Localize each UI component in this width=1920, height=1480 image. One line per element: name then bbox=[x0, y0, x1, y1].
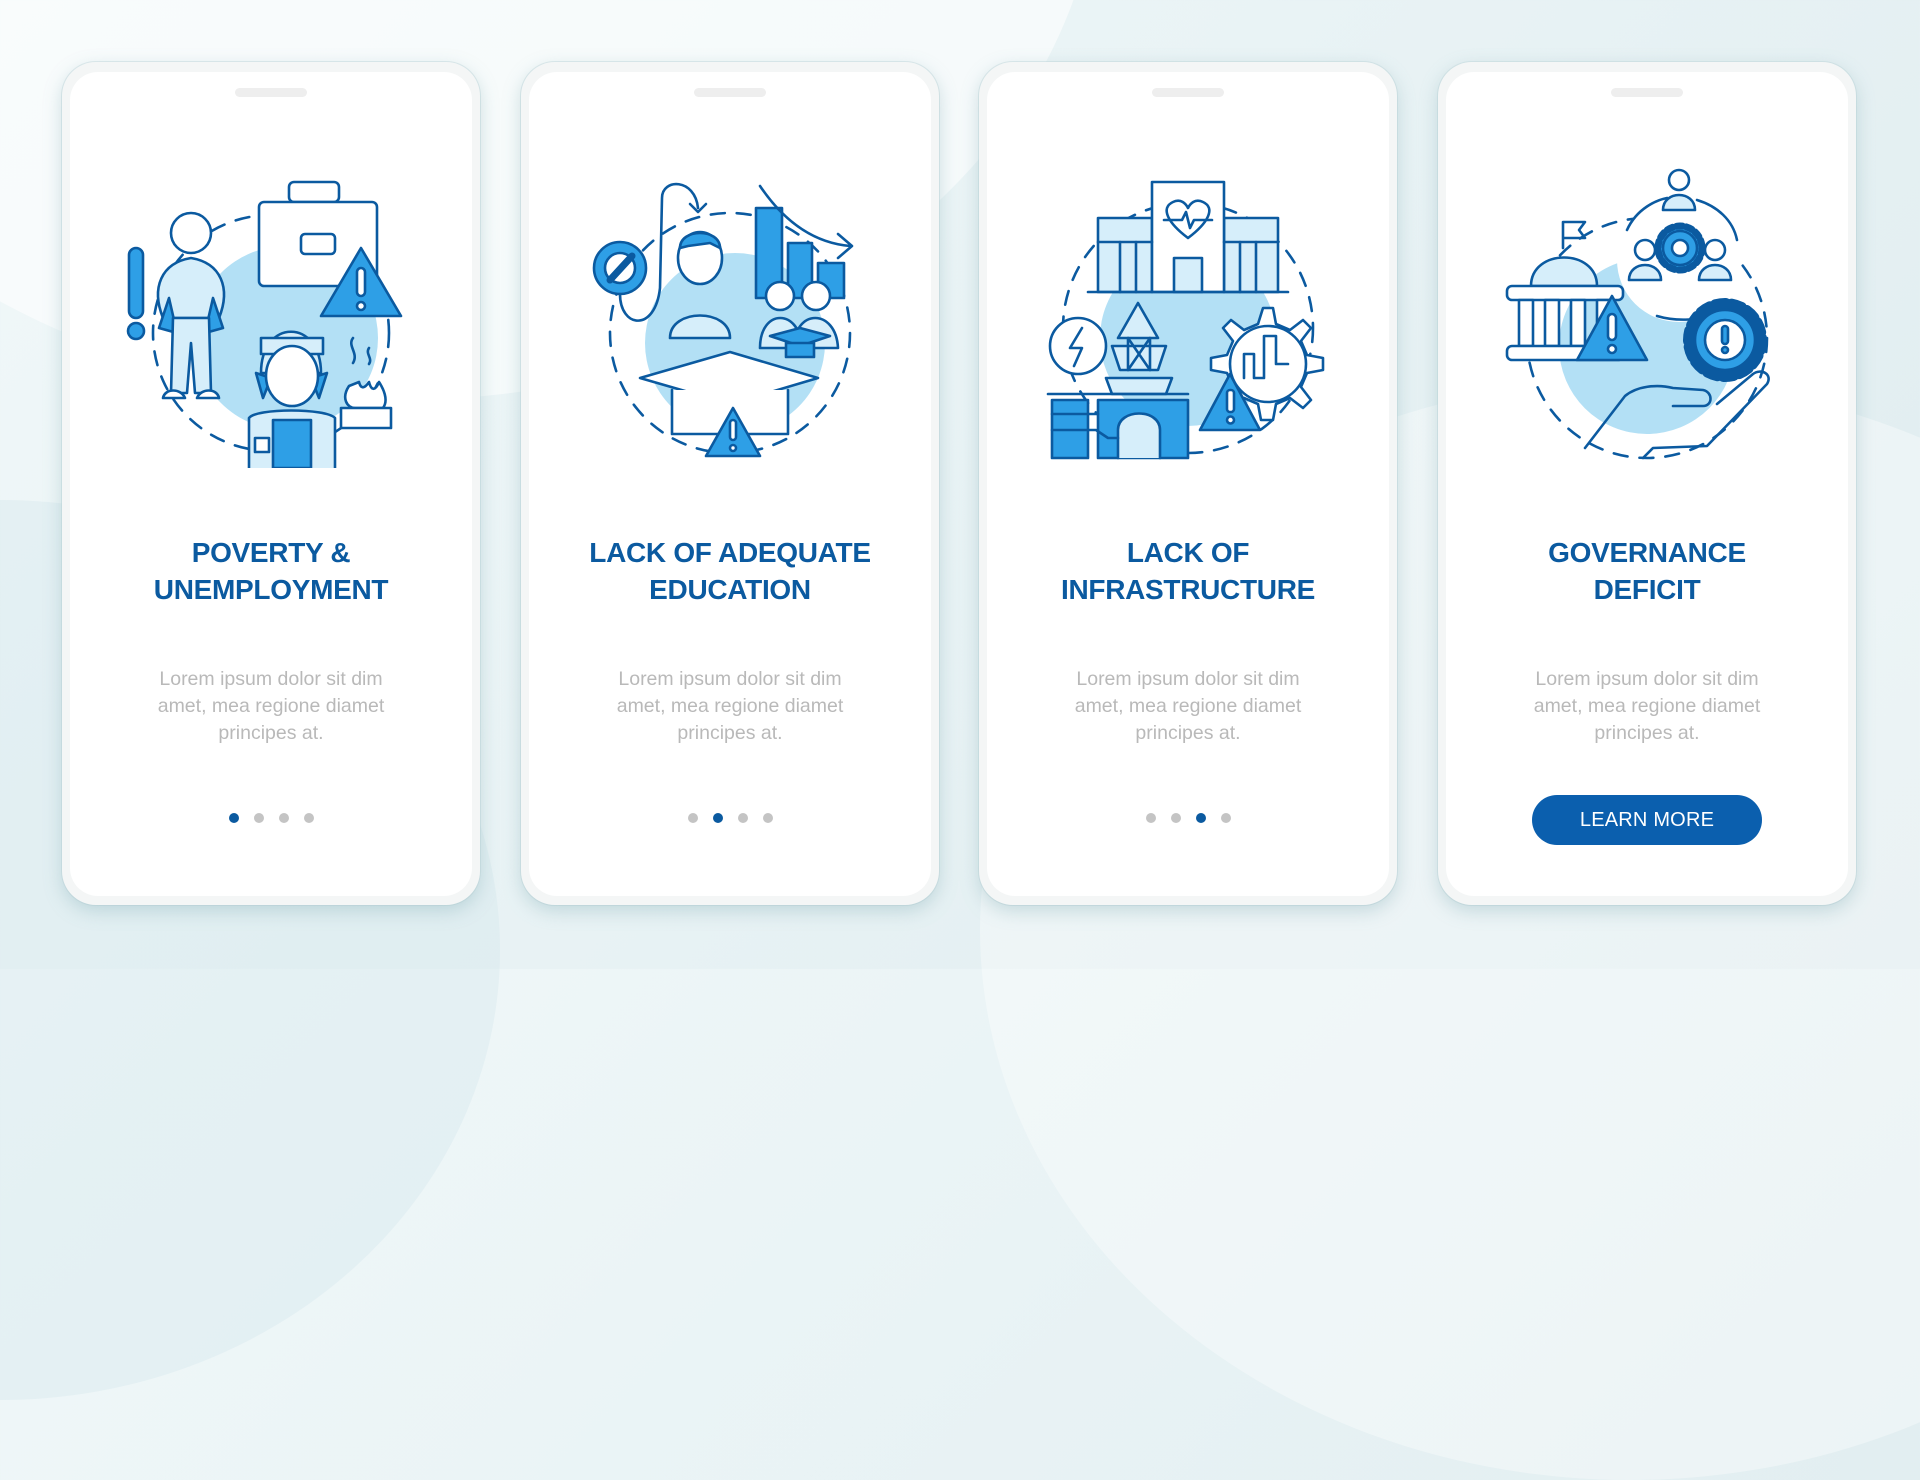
screen-description: Lorem ipsum dolor sit dim amet, mea regi… bbox=[1533, 668, 1761, 744]
page-dot-4[interactable] bbox=[762, 813, 773, 823]
screen-title: POVERTY & UNEMPLOYMENT bbox=[153, 537, 389, 605]
screen-description: Lorem ipsum dolor sit dim amet, mea regi… bbox=[1074, 668, 1302, 744]
page-dot-4[interactable] bbox=[303, 813, 314, 823]
page-dot-3-active[interactable] bbox=[1195, 813, 1206, 823]
onboarding-screen-governance: GOVERNANCE DEFICIT Lorem ipsum dolor sit… bbox=[1438, 62, 1856, 905]
pagination-dots bbox=[987, 813, 1389, 825]
page-dot-3[interactable] bbox=[737, 813, 748, 823]
hospital-icon bbox=[1086, 180, 1290, 294]
screen-description: Lorem ipsum dolor sit dim amet, mea regi… bbox=[157, 668, 385, 744]
exclamation-icon bbox=[126, 246, 146, 341]
learn-more-button[interactable]: LEARN MORE bbox=[1532, 795, 1762, 845]
screen-panel: LACK OF ADEQUATE EDUCATION Lorem ipsum d… bbox=[529, 72, 931, 896]
governance-deficit-illustration bbox=[1497, 168, 1797, 468]
screen-description: Lorem ipsum dolor sit dim amet, mea regi… bbox=[616, 668, 844, 744]
screen-title: LACK OF ADEQUATE EDUCATION bbox=[589, 537, 871, 605]
phone-notch-bar bbox=[1611, 88, 1683, 97]
page-dot-1-active[interactable] bbox=[228, 813, 239, 823]
lack-of-education-illustration bbox=[580, 168, 880, 468]
page-dot-2-active[interactable] bbox=[712, 813, 723, 823]
screen-panel: POVERTY & UNEMPLOYMENT Lorem ipsum dolor… bbox=[70, 72, 472, 896]
pagination-dots bbox=[70, 813, 472, 825]
onboarding-screen-poverty: POVERTY & UNEMPLOYMENT Lorem ipsum dolor… bbox=[62, 62, 480, 905]
onboarding-screen-education: LACK OF ADEQUATE EDUCATION Lorem ipsum d… bbox=[521, 62, 939, 905]
phone-notch-bar bbox=[694, 88, 766, 97]
gear-alert-icon bbox=[1683, 298, 1767, 382]
poverty-unemployment-illustration bbox=[121, 168, 421, 468]
lack-of-infrastructure-illustration bbox=[1038, 168, 1338, 468]
phone-notch-bar bbox=[1152, 88, 1224, 97]
phone-notch-bar bbox=[235, 88, 307, 97]
pagination-dots bbox=[529, 813, 931, 825]
page-dot-1[interactable] bbox=[687, 813, 698, 823]
page-dot-2[interactable] bbox=[1170, 813, 1181, 823]
page-dot-3[interactable] bbox=[278, 813, 289, 823]
screen-title: LACK OF INFRASTRUCTURE bbox=[1060, 537, 1315, 605]
page-dot-2[interactable] bbox=[253, 813, 264, 823]
declining-chart-icon bbox=[754, 184, 854, 300]
screen-panel: GOVERNANCE DEFICIT Lorem ipsum dolor sit… bbox=[1446, 72, 1848, 896]
electricity-icon bbox=[1048, 316, 1108, 376]
screen-panel: LACK OF INFRASTRUCTURE Lorem ipsum dolor… bbox=[987, 72, 1389, 896]
page-dot-1[interactable] bbox=[1145, 813, 1156, 823]
pipes-icon bbox=[1046, 392, 1190, 460]
screen-title: GOVERNANCE DEFICIT bbox=[1548, 537, 1746, 605]
page-dot-4[interactable] bbox=[1220, 813, 1231, 823]
onboarding-screen-infrastructure: LACK OF INFRASTRUCTURE Lorem ipsum dolor… bbox=[979, 62, 1397, 905]
